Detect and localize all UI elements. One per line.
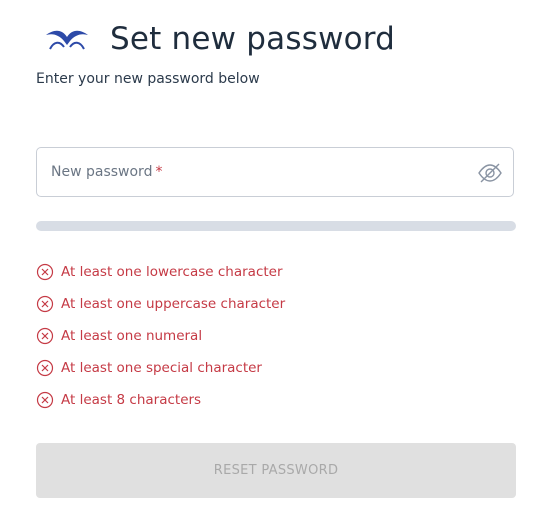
requirement-label: At least one uppercase character [61, 296, 286, 312]
password-strength-bar [36, 221, 516, 231]
requirement-label: At least one numeral [61, 328, 203, 344]
x-circle-icon [36, 327, 54, 345]
new-password-label: New password * [51, 164, 162, 180]
new-password-field[interactable]: New password * [36, 147, 514, 197]
requirement-uppercase: At least one uppercase character [36, 288, 285, 320]
required-asterisk: * [155, 164, 163, 180]
x-circle-icon [36, 295, 54, 313]
requirement-special: At least one special character [36, 352, 285, 384]
x-circle-icon [36, 263, 54, 281]
requirement-lowercase: At least one lowercase character [36, 256, 285, 288]
page-subtitle: Enter your new password below [36, 71, 260, 87]
requirement-numeral: At least one numeral [36, 320, 285, 352]
eye-off-icon[interactable] [477, 160, 503, 186]
requirement-label: At least one special character [61, 360, 262, 376]
password-requirements-list: At least one lowercase character At leas… [36, 256, 285, 416]
requirement-label: At least 8 characters [61, 392, 202, 408]
x-circle-icon [36, 359, 54, 377]
page-header: Set new password [44, 14, 395, 64]
bird-logo-icon [46, 30, 88, 50]
page-title: Set new password [110, 21, 396, 57]
requirement-label: At least one lowercase character [61, 264, 283, 280]
requirement-length: At least 8 characters [36, 384, 285, 416]
reset-password-button[interactable]: RESET PASSWORD [36, 443, 516, 498]
x-circle-icon [36, 391, 54, 409]
new-password-label-text: New password [51, 164, 153, 180]
